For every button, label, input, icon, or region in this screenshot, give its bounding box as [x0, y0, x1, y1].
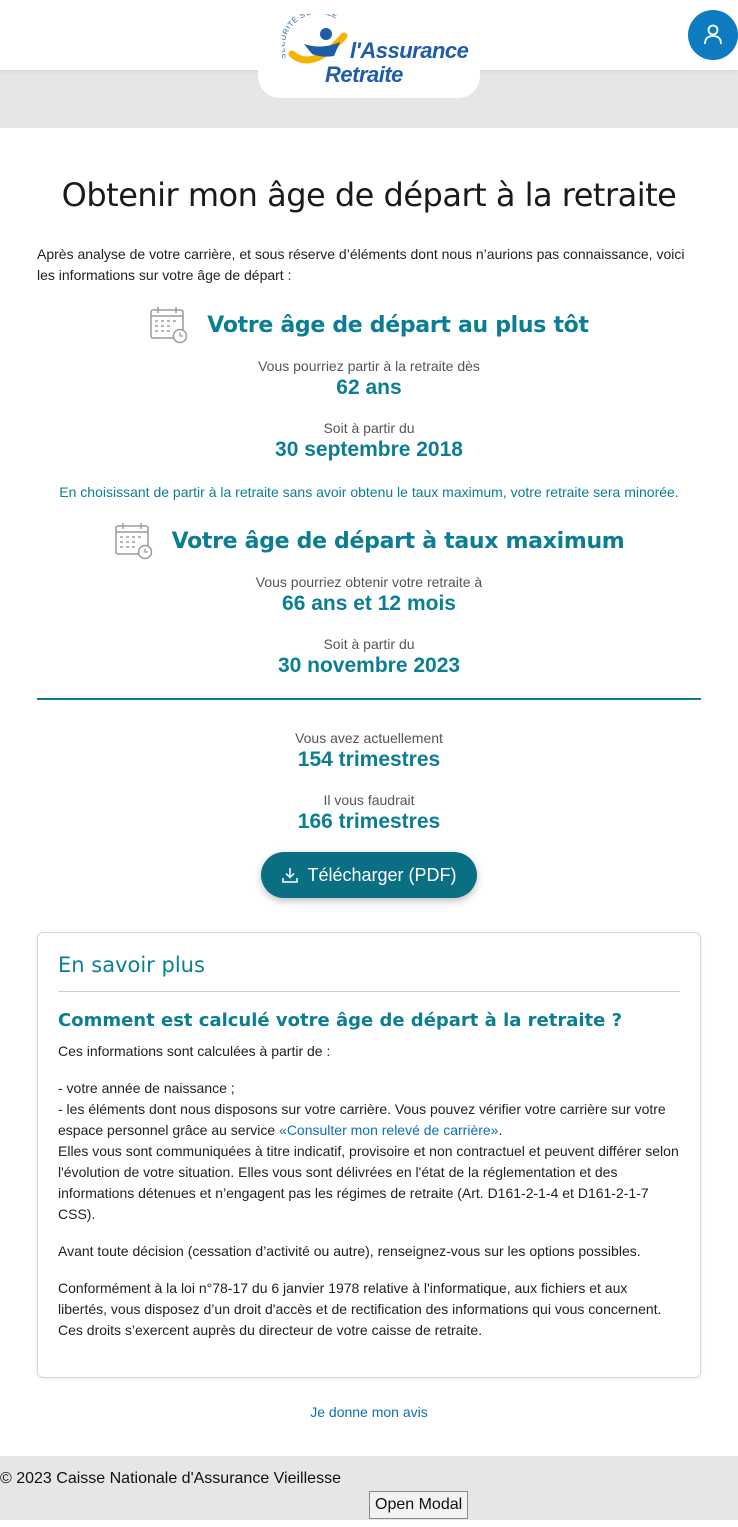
earliest-heading: Votre âge de départ au plus tôt — [207, 312, 589, 338]
maximum-date-value: 30 novembre 2023 — [277, 654, 461, 677]
page-title: Obtenir mon âge de départ à la retraite — [61, 176, 677, 214]
download-icon — [282, 868, 299, 883]
feedback-link[interactable]: Je donne mon avis — [310, 1404, 428, 1420]
logo[interactable]: SÉCURITÉ SOCIALE l'Assurance Retraite — [282, 14, 472, 90]
calc-item-birth-year: - votre année de naissance ; — [58, 1080, 235, 1096]
header: SÉCURITÉ SOCIALE l'Assurance Retraite — [0, 0, 738, 128]
securite-sociale-arc-text: SÉCURITÉ SOCIALE — [282, 14, 340, 60]
learn-more-card: En savoir plus Comment est calculé votre… — [37, 932, 701, 1378]
user-account-button[interactable] — [688, 10, 738, 60]
earliest-date-label: Soit à partir du — [323, 420, 415, 436]
maximum-date-label: Soit à partir du — [323, 636, 415, 652]
needed-quarters-label: Il vous faudrait — [323, 792, 415, 808]
earliest-age-value: 62 ans — [336, 376, 402, 399]
maximum-heading: Votre âge de départ à taux maximum — [171, 528, 625, 554]
current-quarters-label: Vous avez actuellement — [295, 730, 443, 746]
calendar-clock-icon — [150, 307, 188, 344]
page: SÉCURITÉ SOCIALE l'Assurance Retraite Ob… — [0, 0, 738, 1520]
logo-text-retraite: Retraite — [325, 62, 403, 87]
intro-text: Après analyse de votre carrière, et sous… — [37, 246, 685, 283]
download-pdf-label: Télécharger (PDF) — [307, 864, 457, 885]
calc-intro: Ces informations sont calculées à partir… — [58, 1043, 331, 1059]
needed-quarters-value: 166 trimestres — [297, 810, 441, 833]
logo-text-assurance: l'Assurance — [350, 38, 469, 63]
earliest-section-header: Votre âge de départ au plus tôt — [0, 306, 738, 344]
svg-text:SÉCURITÉ SOCIALE: SÉCURITÉ SOCIALE — [282, 14, 340, 60]
user-icon — [704, 24, 722, 45]
download-pdf-button[interactable]: Télécharger (PDF) — [261, 852, 477, 898]
footer: © 2023 Caisse Nationale d'Assurance Viei… — [0, 1456, 738, 1520]
earliest-date-value: 30 septembre 2018 — [275, 438, 463, 461]
earliest-age-label: Vous pourriez partir à la retraite dès — [258, 358, 480, 374]
maximum-age-label: Vous pourriez obtenir votre retraite à — [255, 574, 483, 590]
disclaimer-paragraph: Elles vous sont communiquées à titre ind… — [58, 1143, 679, 1222]
current-quarters-value: 154 trimestres — [297, 748, 441, 771]
learn-more-subtitle: Comment est calculé votre âge de départ … — [58, 1010, 623, 1031]
section-divider — [37, 698, 701, 700]
learn-more-title: En savoir plus — [58, 953, 680, 992]
cnil-paragraph: Conformément à la loi n°78-17 du 6 janvi… — [58, 1280, 662, 1338]
open-modal-button[interactable]: Open Modal — [369, 1491, 469, 1519]
copyright-text: © 2023 Caisse Nationale d'Assurance Viei… — [0, 1470, 341, 1487]
maximum-section-header: Votre âge de départ à taux maximum — [0, 522, 738, 560]
calc-item-career: - les éléments dont nous disposons sur v… — [58, 1101, 666, 1138]
calendar-clock-icon — [114, 523, 152, 560]
minoration-warning: En choisissant de partir à la retraite s… — [59, 484, 679, 500]
maximum-age-value: 66 ans et 12 mois — [282, 592, 456, 615]
career-statement-link[interactable]: «Consulter mon relevé de carrière» — [279, 1122, 498, 1138]
advice-paragraph: Avant toute décision (cessation d’activi… — [58, 1243, 641, 1259]
